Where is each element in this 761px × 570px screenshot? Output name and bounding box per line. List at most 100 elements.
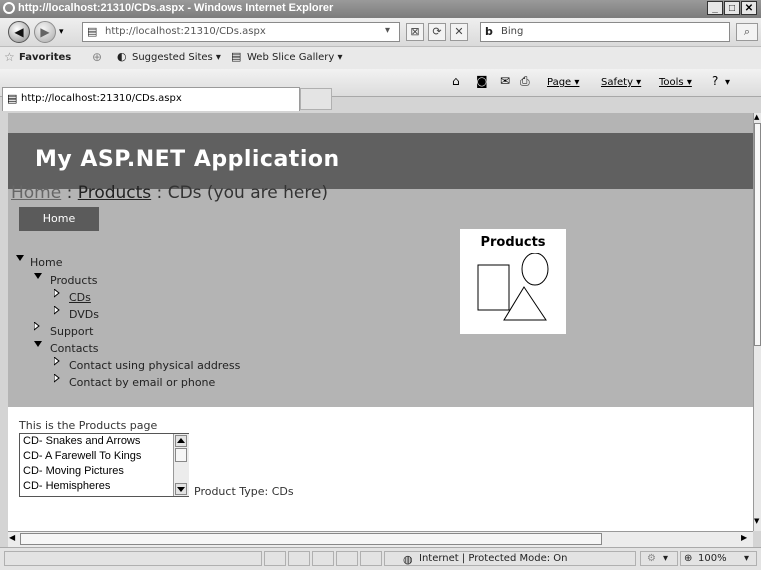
feeds-icon[interactable]: ◙ <box>476 74 488 88</box>
tools-menu[interactable]: Tools ▾ <box>659 77 692 88</box>
status-cell <box>336 551 358 566</box>
mail-icon[interactable]: ✉ <box>500 74 510 88</box>
expand-home-icon[interactable] <box>16 255 24 261</box>
tree-item-contact-physical[interactable]: Contact using physical address <box>69 359 240 372</box>
print-icon[interactable]: ⎙ <box>520 74 530 89</box>
window-title-bar[interactable]: http://localhost:21310/CDs.aspx - Window… <box>0 0 761 18</box>
status-cell <box>312 551 334 566</box>
zoom-level: 100% <box>698 553 727 564</box>
search-icon[interactable]: ⌕ <box>736 23 758 41</box>
listbox-scroll-thumb[interactable] <box>175 448 187 462</box>
help-icon[interactable]: ? <box>712 74 718 88</box>
security-zone-text: Internet | Protected Mode: On <box>419 553 568 564</box>
search-input[interactable]: b Bing <box>480 22 730 42</box>
address-bar[interactable]: ▤ http://localhost:21310/CDs.aspx ▾ <box>82 22 400 42</box>
close-button[interactable]: ✕ <box>741 1 757 15</box>
breadcrumb-current: CDs (you are here) <box>167 183 329 203</box>
zoom-icon: ⊕ <box>684 553 693 564</box>
back-button[interactable]: ◀ <box>8 21 30 43</box>
tree-item-contacts[interactable]: Contacts <box>50 342 99 355</box>
page-vertical-scrollbar[interactable]: ▲ ▼ <box>753 113 761 531</box>
expand-products-icon[interactable] <box>34 273 42 279</box>
scroll-up-icon[interactable] <box>175 435 187 447</box>
tree-item-cds[interactable]: CDs <box>69 291 91 304</box>
menu-home-button[interactable]: Home <box>19 207 99 231</box>
suggested-sites-link[interactable]: Suggested Sites ▾ <box>132 52 221 63</box>
status-text-area <box>4 551 262 566</box>
listbox-scrollbar[interactable] <box>173 434 189 496</box>
status-bar: ◍ Internet | Protected Mode: On ⚙ ▾ ⊕ 10… <box>0 547 761 570</box>
list-item[interactable]: CD- Hemispheres <box>23 480 110 492</box>
scroll-down-icon[interactable]: ▼ <box>754 517 761 527</box>
web-slice-gallery-link[interactable]: Web Slice Gallery ▾ <box>247 52 343 63</box>
scroll-down-icon[interactable] <box>175 483 187 495</box>
help-dropdown-icon[interactable]: ▾ <box>725 77 730 88</box>
status-cell <box>288 551 310 566</box>
breadcrumb-products-link[interactable]: Products <box>78 183 151 203</box>
zoom-control[interactable]: ⊕ 100% ▾ <box>680 551 757 566</box>
product-listbox[interactable]: CD- Snakes and Arrows CD- A Farewell To … <box>19 433 189 497</box>
recent-pages-dropdown[interactable]: ▾ <box>59 27 64 37</box>
browser-tab[interactable]: ▤ http://localhost:21310/CDs.aspx <box>2 87 300 111</box>
collapsed-arrow-icon <box>54 289 60 298</box>
breadcrumb-separator: : <box>61 183 78 203</box>
security-zone[interactable]: ◍ Internet | Protected Mode: On <box>384 551 636 566</box>
tree-item-dvds[interactable]: DVDs <box>69 308 99 321</box>
address-input[interactable]: http://localhost:21310/CDs.aspx <box>105 26 266 37</box>
app-title: My ASP.NET Application <box>35 147 340 172</box>
page-icon: ▤ <box>87 25 98 38</box>
safety-menu[interactable]: Safety ▾ <box>601 77 641 88</box>
list-item[interactable]: CD- Snakes and Arrows <box>23 435 140 447</box>
window-title: http://localhost:21310/CDs.aspx - Window… <box>18 2 334 14</box>
breadcrumb-separator: : <box>151 183 168 203</box>
product-type-label: Product Type: CDs <box>194 485 294 498</box>
list-item[interactable]: CD- Moving Pictures <box>23 465 124 477</box>
tab-title: http://localhost:21310/CDs.aspx <box>21 93 182 104</box>
scroll-up-icon[interactable]: ▲ <box>754 113 761 123</box>
address-dropdown-icon[interactable]: ▾ <box>385 25 390 36</box>
maximize-button[interactable]: □ <box>724 1 740 15</box>
stop-button[interactable]: ✕ <box>450 23 468 41</box>
new-tab-button[interactable] <box>300 88 332 110</box>
page-horizontal-scrollbar[interactable]: ◀ ▶ <box>8 531 753 547</box>
dropdown-icon: ▾ <box>663 553 669 564</box>
tree-item-products[interactable]: Products <box>50 274 98 287</box>
page-scroll-thumb[interactable] <box>754 123 761 346</box>
collapsed-arrow-icon <box>54 306 60 315</box>
forward-button[interactable]: ▶ <box>34 21 56 43</box>
settings-icon: ⚙ <box>647 553 656 564</box>
web-slice-icon: ▤ <box>231 50 242 63</box>
search-placeholder: Bing <box>501 26 524 37</box>
refresh-button[interactable]: ⟳ <box>428 23 446 41</box>
tree-item-home[interactable]: Home <box>30 256 62 269</box>
tree-item-contact-email[interactable]: Contact by email or phone <box>69 376 215 389</box>
page-content: My ASP.NET Application Home : Products :… <box>8 113 753 531</box>
expand-support-icon[interactable] <box>34 322 40 332</box>
list-item[interactable]: CD- A Farewell To Kings <box>23 450 141 462</box>
suggested-sites-icon: ◐ <box>117 50 127 63</box>
breadcrumb-home-link[interactable]: Home <box>11 183 61 203</box>
add-favorite-icon[interactable]: ⊕ <box>92 50 102 64</box>
protected-mode-toggle[interactable]: ⚙ ▾ <box>640 551 678 566</box>
navigation-bar: ◀ ▶ ▾ ▤ http://localhost:21310/CDs.aspx … <box>0 18 761 47</box>
products-image-title: Products <box>480 235 546 250</box>
tab-page-icon: ▤ <box>7 92 18 105</box>
status-cell <box>360 551 382 566</box>
scroll-left-icon[interactable]: ◀ <box>9 533 15 542</box>
status-cell <box>264 551 286 566</box>
favorites-button[interactable]: Favorites <box>19 52 71 63</box>
compatibility-view-button[interactable]: ⊠ <box>406 23 424 41</box>
products-image: Products <box>460 229 566 334</box>
products-panel: This is the Products page CD- Snakes and… <box>8 407 753 531</box>
ie-logo-icon <box>3 2 15 14</box>
home-icon[interactable]: ⌂ <box>452 74 460 88</box>
shapes-illustration <box>477 253 549 321</box>
expand-contacts-icon[interactable] <box>34 341 42 347</box>
scroll-right-icon[interactable]: ▶ <box>741 533 747 542</box>
minimize-button[interactable]: _ <box>707 1 723 15</box>
horizontal-scroll-thumb[interactable] <box>20 533 602 545</box>
page-menu[interactable]: Page ▾ <box>547 77 579 88</box>
breadcrumb: Home : Products : CDs (you are here) <box>11 183 328 203</box>
tree-item-support[interactable]: Support <box>50 325 93 338</box>
globe-icon: ◍ <box>403 553 413 566</box>
